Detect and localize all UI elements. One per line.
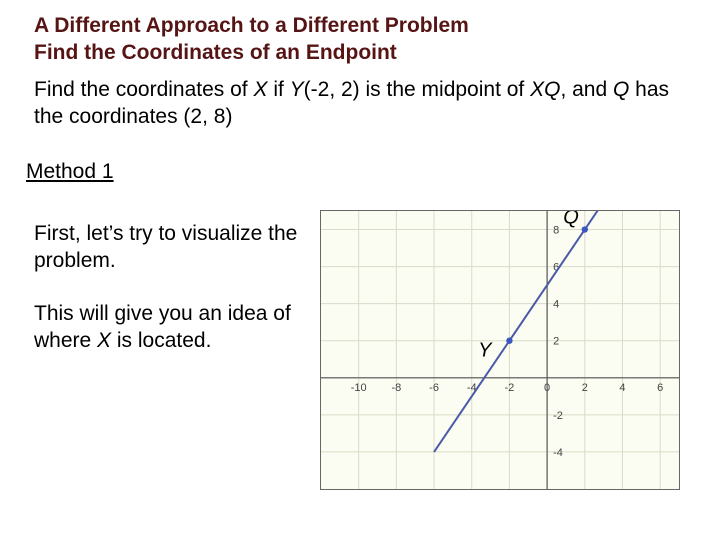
svg-text:4: 4 — [553, 299, 559, 311]
text: if — [267, 78, 289, 101]
svg-text:Y: Y — [478, 340, 493, 362]
svg-text:2: 2 — [553, 336, 559, 348]
coordinate-chart: -10-8-6-4-20246-4-22468YQ — [320, 210, 680, 490]
svg-text:-4: -4 — [553, 447, 563, 459]
text: , and — [560, 78, 613, 101]
svg-text:0: 0 — [544, 382, 550, 394]
svg-text:-8: -8 — [391, 382, 401, 394]
heading-approach: A Different Approach to a Different Prob… — [34, 12, 469, 39]
problem-statement: Find the coordinates of X if Y(-2, 2) is… — [34, 76, 674, 131]
heading-task: Find the Coordinates of an Endpoint — [34, 39, 397, 66]
svg-text:Q: Q — [563, 211, 579, 229]
svg-text:-6: -6 — [429, 382, 439, 394]
text: Find the coordinates of — [34, 78, 253, 101]
text: (-2, 2) is the midpoint of — [304, 78, 530, 101]
svg-text:2: 2 — [582, 382, 588, 394]
var-x: X — [97, 329, 111, 352]
svg-text:8: 8 — [553, 225, 559, 237]
var-q: Q — [613, 78, 629, 101]
text: is located. — [111, 329, 211, 352]
var-xq: XQ — [530, 78, 560, 101]
paragraph-idea: This will give you an idea of where X is… — [34, 300, 314, 355]
method-heading: Method 1 — [26, 160, 114, 184]
svg-text:-2: -2 — [505, 382, 515, 394]
svg-text:-10: -10 — [351, 382, 367, 394]
paragraph-visualize: First, let’s try to visualize the proble… — [34, 220, 314, 275]
svg-text:4: 4 — [619, 382, 625, 394]
svg-text:-2: -2 — [553, 410, 563, 422]
var-x: X — [253, 78, 267, 101]
var-y: Y — [290, 78, 304, 101]
svg-text:6: 6 — [657, 382, 663, 394]
